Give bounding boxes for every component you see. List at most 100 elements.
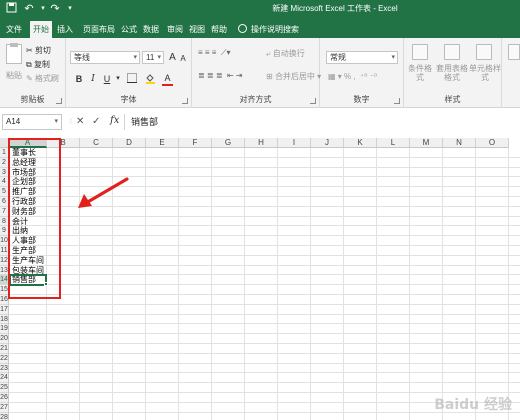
column-header-j[interactable]: J xyxy=(311,138,344,148)
tab-home[interactable]: 开始 xyxy=(30,21,52,38)
cell-styles-icon[interactable] xyxy=(476,44,492,60)
lightbulb-icon xyxy=(238,24,247,33)
gridline-horizontal xyxy=(9,362,520,364)
underline-button[interactable]: U xyxy=(102,73,112,85)
styles-group-label: 样式 xyxy=(444,95,461,104)
row-header-28[interactable]: 28 xyxy=(0,412,9,420)
row-header-27[interactable]: 27 xyxy=(0,402,9,413)
column-header-i[interactable]: I xyxy=(278,138,311,148)
chevron-down-icon: ▾ xyxy=(133,54,137,61)
fill-bucket-icon xyxy=(145,74,155,84)
borders-icon xyxy=(127,73,137,83)
font-color-letter: A xyxy=(164,73,171,83)
italic-button[interactable]: I xyxy=(88,73,98,85)
insert-function-icon[interactable]: fx xyxy=(110,115,119,126)
row-header-18[interactable]: 18 xyxy=(0,314,9,325)
cut-label: 剪切 xyxy=(34,46,51,55)
number-format-select[interactable]: 常规 ▾ xyxy=(326,51,398,64)
grow-font-button[interactable]: A xyxy=(168,52,177,64)
tab-formulas[interactable]: 公式 xyxy=(118,21,140,38)
gridline-horizontal xyxy=(9,333,520,335)
column-header-m[interactable]: M xyxy=(410,138,443,148)
shrink-font-button[interactable]: A xyxy=(179,53,187,65)
chevron-down-icon[interactable]: ▾ xyxy=(114,73,122,85)
borders-button[interactable] xyxy=(126,73,138,86)
clipboard-launcher-icon[interactable] xyxy=(56,98,62,104)
font-launcher-icon[interactable] xyxy=(182,98,188,104)
merge-center-button[interactable]: ⊞ 合并后居中 ▾ xyxy=(266,71,321,82)
conditional-format-button[interactable]: 条件格式 xyxy=(406,64,434,82)
column-header-n[interactable]: N xyxy=(443,138,476,148)
chevron-down-icon: ▾ xyxy=(157,54,161,61)
number-launcher-icon[interactable] xyxy=(394,98,400,104)
name-box-value: A14 xyxy=(6,117,21,126)
column-header-d[interactable]: D xyxy=(113,138,146,148)
gridline-horizontal xyxy=(9,313,520,315)
cells-group-icon[interactable] xyxy=(508,44,520,60)
align-top-icons[interactable]: ≡ ≡ ≡ ⟋▾ xyxy=(198,48,231,58)
enter-icon[interactable]: ✓ xyxy=(92,115,100,129)
format-as-table-button[interactable]: 套用表格格式 xyxy=(436,64,468,82)
column-header-c[interactable]: C xyxy=(80,138,113,148)
worksheet-grid[interactable]: ABCDEFGHIJKLMNO 1 2 3 4 5 6 7 8 9 10 11 12 13 14 15 16 1… xyxy=(0,138,520,420)
paste-icon[interactable] xyxy=(6,43,22,64)
name-box[interactable]: A14 ▾ xyxy=(2,114,62,130)
wrap-text-button[interactable]: ⤶ 自动换行 xyxy=(266,48,305,59)
styles-group: 条件格式 套用表格格式 单元格样式 样式 xyxy=(404,38,502,108)
formula-bar-grip-icon: ⋮ xyxy=(68,119,74,125)
chevron-down-icon: ▾ xyxy=(54,118,58,125)
copy-button[interactable]: ⧉ 复制 xyxy=(26,59,50,70)
format-as-table-icon[interactable] xyxy=(444,44,460,60)
column-header-h[interactable]: H xyxy=(245,138,278,148)
conditional-format-icon[interactable] xyxy=(412,44,428,60)
tab-data[interactable]: 数据 xyxy=(140,21,162,38)
number-group-label: 数字 xyxy=(353,95,370,104)
gridline-horizontal xyxy=(9,294,520,295)
font-size-select[interactable]: 11 ▾ xyxy=(142,51,164,64)
tab-help[interactable]: 帮助 xyxy=(208,21,230,38)
cut-button[interactable]: ✂ 剪切 xyxy=(26,45,51,56)
row-header-17[interactable]: 17 xyxy=(0,304,9,315)
row-header-22[interactable]: 22 xyxy=(0,353,9,364)
align-horizontal-icons[interactable]: ≣ ≣ ≣ ⇤ ⇥ xyxy=(198,71,243,80)
tab-page-layout[interactable]: 页面布局 xyxy=(80,21,118,38)
tab-review[interactable]: 审阅 xyxy=(164,21,186,38)
wrap-text-label: 自动换行 xyxy=(272,49,305,58)
bold-button[interactable]: B xyxy=(74,73,84,85)
gridline-horizontal xyxy=(9,303,520,305)
row-header-25[interactable]: 25 xyxy=(0,383,9,393)
row-header-21[interactable]: 21 xyxy=(0,344,9,354)
row-header-26[interactable]: 26 xyxy=(0,393,9,403)
column-header-e[interactable]: E xyxy=(146,138,179,148)
number-format-icons[interactable]: ▦ ▾ % , ⁺⁰ ⁻⁰ xyxy=(328,72,377,81)
column-header-k[interactable]: K xyxy=(344,138,377,148)
cell-styles-button[interactable]: 单元格样式 xyxy=(468,64,502,82)
row-header-24[interactable]: 24 xyxy=(0,373,9,384)
column-header-l[interactable]: L xyxy=(377,138,410,148)
tab-file[interactable]: 文件 xyxy=(2,21,26,38)
row-header-19[interactable]: 19 xyxy=(0,324,9,335)
font-name-select[interactable]: 等线 ▾ xyxy=(70,51,140,64)
tab-view[interactable]: 视图 xyxy=(186,21,208,38)
paste-button[interactable]: 粘贴 xyxy=(6,70,22,81)
tell-me-search[interactable]: 操作说明搜索 xyxy=(238,21,299,38)
column-header-o[interactable]: O xyxy=(476,138,509,148)
row-header-23[interactable]: 23 xyxy=(0,363,9,374)
row-header-20[interactable]: 20 xyxy=(0,334,9,344)
formula-input[interactable]: 销售部 xyxy=(124,114,518,130)
tab-insert[interactable]: 插入 xyxy=(54,21,76,38)
cancel-icon[interactable]: ✕ xyxy=(76,115,84,129)
formula-bar: A14 ▾ ⋮ ✕ ✓ fx 销售部 xyxy=(0,112,520,132)
title-bar: ↶ ▾ ↷ ▾ 新建 Microsoft Excel 工作表 - Excel xyxy=(0,0,520,18)
column-header-f[interactable]: F xyxy=(179,138,212,148)
column-header-g[interactable]: G xyxy=(212,138,245,148)
merge-icon: ⊞ xyxy=(266,72,275,81)
gridline-horizontal xyxy=(9,382,520,384)
alignment-launcher-icon[interactable] xyxy=(310,98,316,104)
gridline-horizontal xyxy=(9,343,520,344)
format-painter-button[interactable]: ✎ 格式刷 xyxy=(26,73,59,84)
font-color-button[interactable]: A xyxy=(162,72,173,86)
gridline-horizontal xyxy=(9,166,520,168)
copy-label: 复制 xyxy=(33,60,50,69)
fill-color-button[interactable] xyxy=(144,73,156,87)
